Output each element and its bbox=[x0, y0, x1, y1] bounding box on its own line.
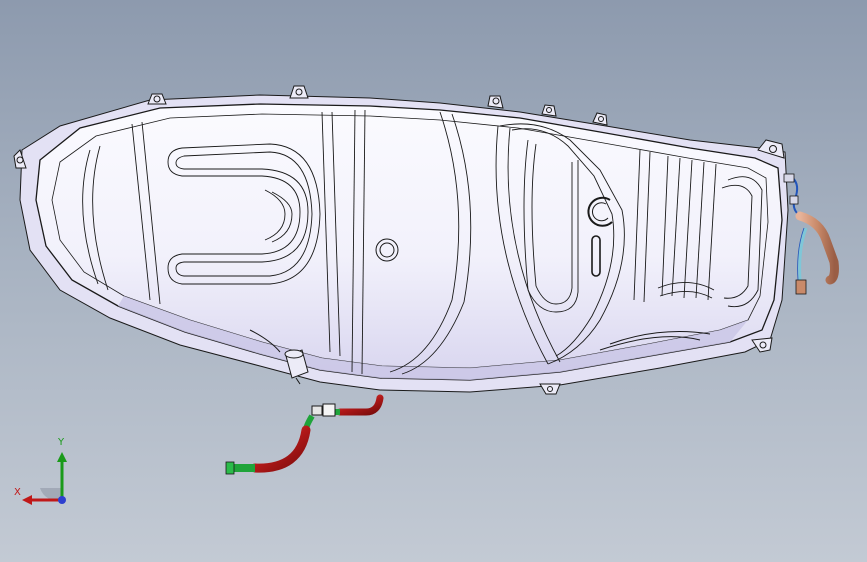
triad-axes bbox=[22, 452, 67, 505]
tank-body bbox=[35, 103, 783, 381]
graphics-viewport[interactable]: Y X bbox=[0, 0, 867, 562]
fuel-tank-model[interactable] bbox=[0, 0, 867, 562]
filler-hose-assembly bbox=[783, 173, 839, 295]
triad-y-label: Y bbox=[58, 437, 65, 448]
vent-hose-assembly bbox=[225, 394, 384, 475]
triad-x-label: X bbox=[14, 487, 21, 498]
orientation-triad: Y X bbox=[10, 438, 80, 510]
